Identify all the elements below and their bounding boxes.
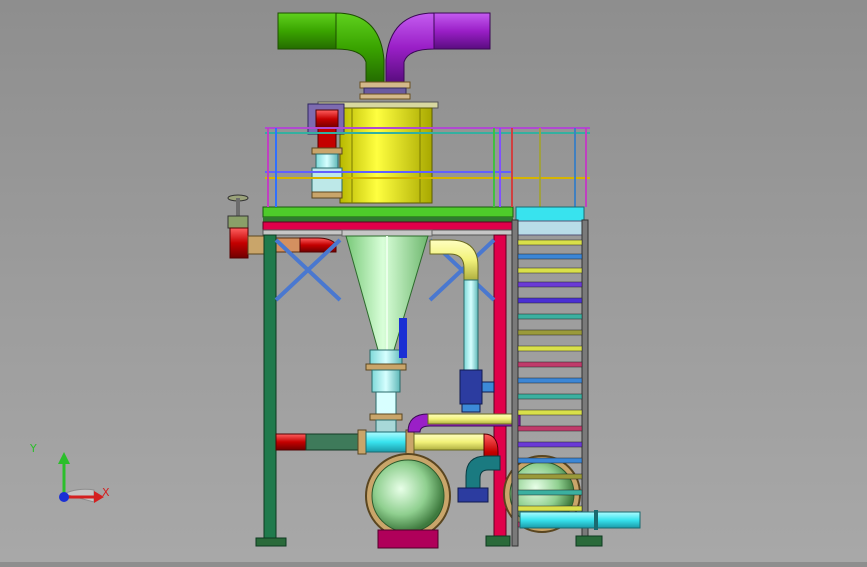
side-valve-stack bbox=[307, 103, 345, 199]
triad-y-label: Y bbox=[30, 442, 37, 455]
outlet-pipe-cyan bbox=[519, 510, 641, 530]
triad-x-label: X bbox=[102, 486, 110, 499]
cad-viewport[interactable]: Y X bbox=[0, 0, 867, 562]
inlet-pipe-green bbox=[277, 12, 385, 83]
bottom-left-pipe bbox=[275, 429, 415, 455]
left-tank bbox=[365, 453, 451, 549]
right-return-pipe bbox=[429, 239, 495, 413]
base-plate bbox=[485, 535, 511, 547]
coordinate-triad bbox=[58, 452, 104, 503]
z-axis-dot bbox=[59, 492, 69, 502]
model-view bbox=[58, 12, 641, 549]
inlet-flanges bbox=[359, 81, 411, 100]
left-gate-valve bbox=[227, 194, 249, 259]
inlet-pipe-purple bbox=[385, 12, 491, 83]
cyclone-cone bbox=[341, 229, 433, 433]
staircase bbox=[511, 206, 603, 547]
blue-marker bbox=[399, 318, 407, 358]
left-inlet-pipe bbox=[247, 235, 337, 255]
